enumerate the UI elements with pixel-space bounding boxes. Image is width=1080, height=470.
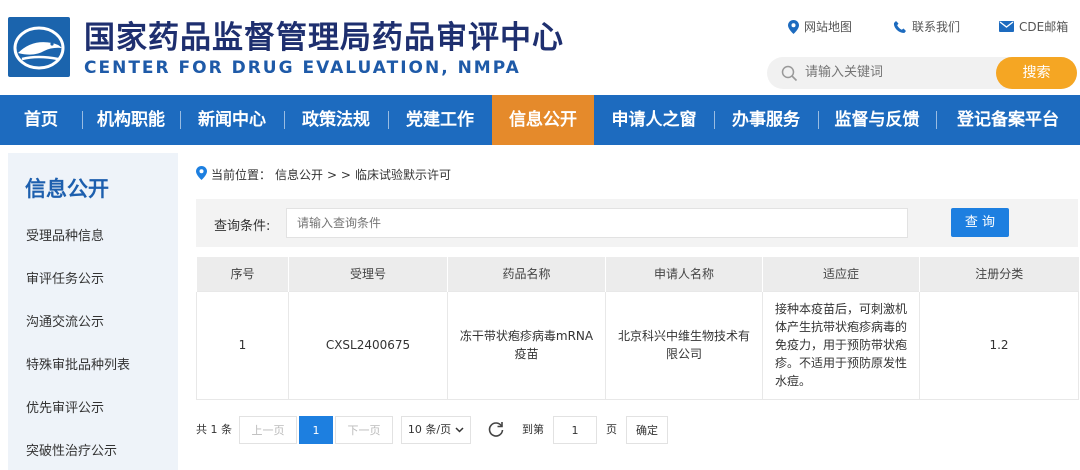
nav-item-home[interactable]: 首页 [0,95,82,145]
breadcrumb-current: 临床试验默示许可 [354,168,451,182]
table-header-row: 序号 受理号 药品名称 申请人名称 适应症 注册分类 [196,257,1079,291]
sidebar-title: 信息公开 [25,177,109,201]
cell-index: 1 [196,290,289,400]
next-page-button[interactable]: 下一页 [335,416,393,444]
sidebar-item-accepted-varieties[interactable]: 受理品种信息 [26,225,104,244]
sidebar-item-breakthrough[interactable]: 突破性治疗公示 [26,440,117,459]
page-size-select[interactable]: 10 条/页 [401,416,471,444]
nav-item-news[interactable]: 新闻中心 [180,95,284,145]
query-button[interactable]: 查 询 [951,208,1009,237]
page-size-value: 10 条/页 [407,423,452,436]
phone-icon [893,20,907,34]
breadcrumb-section[interactable]: 信息公开 [275,166,323,183]
location-pin-icon [196,166,207,183]
sidebar-item-communication[interactable]: 沟通交流公示 [26,311,104,330]
chevron-down-icon [455,416,464,444]
pagination: 共 1 条 上一页 1 下一页 10 条/页 到第 1 页 确定 [196,416,1078,444]
goto-label: 到第 [522,423,544,436]
nav-item-about[interactable]: 机构职能 [82,95,180,145]
main-nav: 首页 机构职能 新闻中心 政策法规 党建工作 信息公开 申请人之窗 办事服务 监督与反馈 登记备案… [0,95,1080,145]
nav-item-registration[interactable]: 登记备案平台 [936,95,1080,145]
cell-accept-no: CXSL2400675 [288,290,448,400]
sitemap-link[interactable]: 网站地图 [788,18,852,35]
nav-item-party[interactable]: 党建工作 [388,95,492,145]
goto-page-input[interactable]: 1 [553,416,597,444]
sidebar-item-special-approval[interactable]: 特殊审批品种列表 [26,354,130,373]
search-icon [781,65,798,86]
nav-item-applicant[interactable]: 申请人之窗 [594,95,714,145]
site-title-cn: 国家药品监督管理局药品审评中心 [84,20,564,56]
location-pin-icon [788,19,799,34]
nav-item-supervision[interactable]: 监督与反馈 [818,95,936,145]
site-title-en: CENTER FOR DRUG EVALUATION, NMPA [84,58,521,78]
site-search-button[interactable]: 搜索 [996,57,1077,89]
mail-label: CDE邮箱 [1019,20,1069,34]
query-label: 查询条件: [214,219,271,234]
column-header-indication: 适应症 [762,257,920,291]
breadcrumb: 当前位置： 信息公开 > > 临床试验默示许可 [196,166,451,183]
mail-icon [999,21,1014,32]
pagination-total: 共 1 条 [196,423,232,436]
column-header-drug-name: 药品名称 [447,257,606,291]
query-input[interactable] [286,208,908,238]
page-unit-label: 页 [606,423,617,436]
site-header: 国家药品监督管理局药品审评中心 CENTER FOR DRUG EVALUATI… [0,0,1080,95]
table-row: 1 CXSL2400675 冻干带状疱疹病毒mRNA疫苗 北京科兴中维生物技术有… [196,290,1079,400]
cell-indication: 接种本疫苗后，可刺激机体产生抗带状疱疹病毒的免疫力，用于预防带状疱疹。不适用于预… [762,290,920,400]
nav-item-info[interactable]: 信息公开 [492,95,594,145]
prev-page-button[interactable]: 上一页 [239,416,297,444]
results-table: 序号 受理号 药品名称 申请人名称 适应症 注册分类 1 CXSL2400675… [196,257,1079,400]
cde-logo[interactable] [8,17,70,77]
sidebar-item-review-tasks[interactable]: 审评任务公示 [26,268,104,287]
column-header-category: 注册分类 [919,257,1079,291]
cell-applicant: 北京科兴中维生物技术有限公司 [605,290,763,400]
query-panel: 查询条件: 查 询 [196,199,1078,247]
sidebar-item-priority-review[interactable]: 优先审评公示 [26,397,104,416]
column-header-index: 序号 [196,257,289,291]
contact-label: 联系我们 [912,20,961,34]
breadcrumb-prefix: 当前位置： [211,168,272,182]
sidebar: 信息公开 受理品种信息 审评任务公示 沟通交流公示 特殊审批品种列表 优先审评公… [8,153,178,470]
contact-link[interactable]: 联系我们 [893,18,960,35]
nav-item-policy[interactable]: 政策法规 [284,95,388,145]
breadcrumb-separator: > > [327,167,351,182]
cell-category: 1.2 [919,290,1079,400]
column-header-accept-no: 受理号 [288,257,448,291]
page-number-button[interactable]: 1 [299,416,333,444]
cell-drug-name: 冻干带状疱疹病毒mRNA疫苗 [447,290,606,400]
column-header-applicant: 申请人名称 [605,257,763,291]
goto-confirm-button[interactable]: 确定 [626,416,668,444]
mail-link[interactable]: CDE邮箱 [999,18,1068,35]
site-search-input[interactable] [805,57,985,89]
sitemap-label: 网站地图 [804,20,853,34]
nav-item-service[interactable]: 办事服务 [714,95,818,145]
refresh-icon[interactable] [487,420,505,440]
